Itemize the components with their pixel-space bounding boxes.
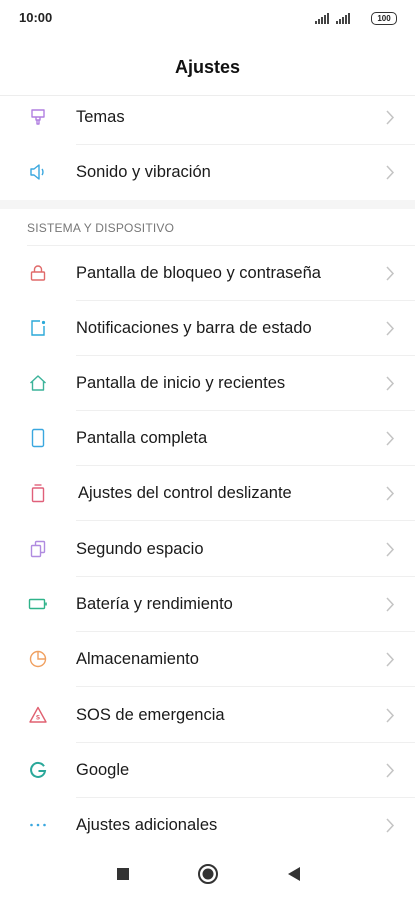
settings-item-pantalla-bloqueo[interactable]: Pantalla de bloqueo y contraseña [0, 246, 415, 301]
storage-icon [29, 650, 47, 668]
settings-item-label: Almacenamiento [76, 650, 199, 668]
settings-item-control-deslizante[interactable]: Ajustes del control deslizante [0, 466, 415, 521]
theme-icon [31, 109, 45, 125]
settings-item-label: Pantalla completa [76, 429, 208, 447]
chevron-right-icon [386, 542, 395, 557]
divider [76, 520, 415, 521]
recents-button[interactable] [112, 863, 134, 885]
settings-item-sos[interactable]: S SOS de emergencia [0, 688, 415, 743]
status-icons: 100 [315, 11, 397, 25]
battery-icon [28, 598, 47, 610]
chevron-right-icon [386, 486, 395, 501]
chevron-right-icon [386, 376, 395, 391]
chevron-right-icon [386, 652, 395, 667]
settings-item-temas[interactable]: Temas [0, 90, 415, 145]
square-icon [117, 868, 129, 880]
svg-text:S: S [36, 715, 40, 722]
settings-item-label: Sonido y vibración [76, 163, 211, 181]
google-icon [30, 761, 47, 778]
second-space-icon [30, 540, 46, 558]
battery-status-icon: 100 [371, 11, 397, 25]
chevron-right-icon [386, 431, 395, 446]
notification-icon [31, 320, 46, 336]
circle-icon [198, 864, 218, 884]
signal-icon [336, 12, 351, 24]
speaker-icon [30, 164, 44, 180]
settings-item-sonido[interactable]: Sonido y vibración [0, 145, 415, 200]
chevron-right-icon [386, 818, 395, 833]
settings-item-google[interactable]: Google [0, 743, 415, 798]
back-triangle-icon [288, 867, 300, 881]
settings-item-label: Segundo espacio [76, 540, 204, 558]
settings-item-label: SOS de emergencia [76, 706, 225, 724]
navigation-bar [0, 850, 415, 900]
status-bar: 10:00 100 [0, 0, 415, 38]
signal-icon [315, 12, 330, 24]
settings-item-label: Notificaciones y barra de estado [76, 319, 312, 337]
settings-item-label: Temas [76, 108, 125, 126]
chevron-right-icon [386, 763, 395, 778]
settings-item-ajustes-adicionales[interactable]: Ajustes adicionales [0, 798, 415, 853]
settings-item-almacenamiento[interactable]: Almacenamiento [0, 632, 415, 687]
phone-icon [31, 428, 45, 448]
settings-item-notificaciones[interactable]: Notificaciones y barra de estado [0, 301, 415, 356]
chevron-right-icon [386, 708, 395, 723]
section-header: SISTEMA Y DISPOSITIVO [27, 221, 175, 235]
settings-item-pantalla-inicio[interactable]: Pantalla de inicio y recientes [0, 356, 415, 411]
home-icon [30, 375, 46, 391]
settings-item-label: Pantalla de inicio y recientes [76, 374, 286, 392]
settings-item-bateria[interactable]: Batería y rendimiento [0, 577, 415, 632]
settings-item-label: Batería y rendimiento [76, 595, 233, 613]
chevron-right-icon [386, 597, 395, 612]
lock-icon [30, 265, 46, 281]
settings-item-pantalla-completa[interactable]: Pantalla completa [0, 411, 415, 466]
chevron-right-icon [386, 266, 395, 281]
status-time: 10:00 [19, 10, 53, 25]
section-gap [0, 200, 415, 209]
slider-icon [31, 484, 45, 503]
settings-item-segundo-espacio[interactable]: Segundo espacio [0, 522, 415, 577]
settings-item-label: Ajustes adicionales [76, 816, 218, 834]
divider [76, 686, 415, 687]
chevron-right-icon [386, 110, 395, 125]
page-title: Ajustes [174, 57, 241, 77]
settings-item-label: Pantalla de bloqueo y contraseña [76, 264, 321, 282]
back-button[interactable] [283, 863, 305, 885]
sos-icon: S [29, 706, 47, 723]
chevron-right-icon [386, 165, 395, 180]
chevron-right-icon [386, 321, 395, 336]
settings-item-label: Google [76, 761, 130, 779]
more-icon [30, 823, 46, 827]
home-button[interactable] [197, 863, 219, 885]
settings-item-label: Ajustes del control deslizante [78, 484, 292, 502]
